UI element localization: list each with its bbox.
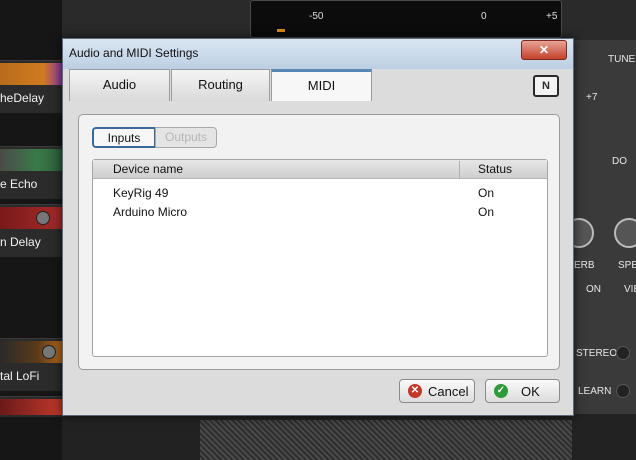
effect-rack-2[interactable]: e Echo xyxy=(0,146,62,199)
effect-panel xyxy=(0,399,62,415)
settings-tabs: Audio Routing MIDI N xyxy=(69,69,567,101)
dialog-titlebar[interactable]: Audio and MIDI Settings ✕ xyxy=(63,39,573,69)
cancel-icon: ✕ xyxy=(408,384,422,398)
effect-rack-5[interactable] xyxy=(0,396,62,417)
effect-rack-1[interactable]: heDelay xyxy=(0,60,62,113)
column-header-device-name[interactable]: Device name xyxy=(113,162,183,176)
table-header: Device name Status xyxy=(93,160,547,179)
panel-label: STEREO xyxy=(576,348,618,359)
cancel-button[interactable]: ✕ Cancel xyxy=(399,379,475,403)
effect-rack-3[interactable]: n Delay xyxy=(0,204,62,257)
tab-routing[interactable]: Routing xyxy=(171,69,270,101)
level-meter: -50 0 +5 xyxy=(250,0,562,38)
panel-label[interactable]: ON xyxy=(586,284,601,295)
effect-rack-4[interactable]: tal LoFi xyxy=(0,338,62,391)
toggle-icon[interactable] xyxy=(616,346,630,360)
close-icon: ✕ xyxy=(538,43,550,57)
value-label: +7 xyxy=(586,92,598,103)
effect-name: e Echo xyxy=(0,177,38,191)
effect-panel xyxy=(0,149,62,171)
effects-sidebar: heDelay e Echo n Delay tal LoFi xyxy=(0,0,62,460)
panel-label: LEARN xyxy=(578,386,612,397)
cancel-label: Cancel xyxy=(428,384,469,399)
device-name-cell: Arduino Micro xyxy=(113,205,188,219)
effect-panel xyxy=(0,207,62,229)
panel-label: ERB xyxy=(574,260,595,271)
amp-panel: TUNE +7 DO ERB SPE ON VIBRA STEREO LEARN xyxy=(564,40,636,460)
column-header-status[interactable]: Status xyxy=(459,161,512,179)
audio-midi-settings-dialog: Audio and MIDI Settings ✕ Audio Routing … xyxy=(62,38,574,416)
panel-label: DO xyxy=(612,156,627,167)
ok-label: OK xyxy=(521,384,540,399)
close-button[interactable]: ✕ xyxy=(521,40,567,60)
midi-panel: Inputs Outputs Device name Status KeyRig… xyxy=(78,114,560,370)
device-status-cell[interactable]: On xyxy=(478,186,494,200)
effect-name: heDelay xyxy=(0,91,45,105)
effect-panel xyxy=(0,63,62,85)
panel-label: VIBRA xyxy=(624,284,636,295)
knob-icon[interactable] xyxy=(36,211,50,225)
table-row[interactable]: KeyRig 49 On xyxy=(93,184,547,203)
meter-label: -50 xyxy=(309,11,324,22)
table-row[interactable]: Arduino Micro On xyxy=(93,203,547,222)
meter-label: 0 xyxy=(481,11,487,22)
tab-midi[interactable]: MIDI xyxy=(271,69,372,101)
check-icon: ✓ xyxy=(494,384,508,398)
effect-name: n Delay xyxy=(0,235,41,249)
tune-label: TUNE xyxy=(608,54,636,65)
midi-device-list[interactable]: Device name Status KeyRig 49 On Arduino … xyxy=(92,159,548,357)
inputs-toggle[interactable]: Inputs xyxy=(92,127,156,148)
meter-label: +5 xyxy=(546,11,558,22)
effect-name: tal LoFi xyxy=(0,369,40,383)
knob-icon[interactable] xyxy=(614,218,636,248)
dialog-title: Audio and MIDI Settings xyxy=(69,46,199,60)
device-status-cell[interactable]: On xyxy=(478,205,494,219)
ok-button[interactable]: ✓ OK xyxy=(485,379,560,403)
speaker-grille xyxy=(200,420,572,460)
panel-label: SPE xyxy=(618,260,636,271)
meter-led xyxy=(277,29,285,32)
toggle-icon[interactable] xyxy=(616,384,630,398)
knob-icon[interactable] xyxy=(42,345,56,359)
tab-audio[interactable]: Audio xyxy=(69,69,170,101)
device-name-cell: KeyRig 49 xyxy=(113,186,169,200)
outputs-toggle[interactable]: Outputs xyxy=(155,127,217,148)
native-instruments-logo-icon: N xyxy=(533,75,559,97)
